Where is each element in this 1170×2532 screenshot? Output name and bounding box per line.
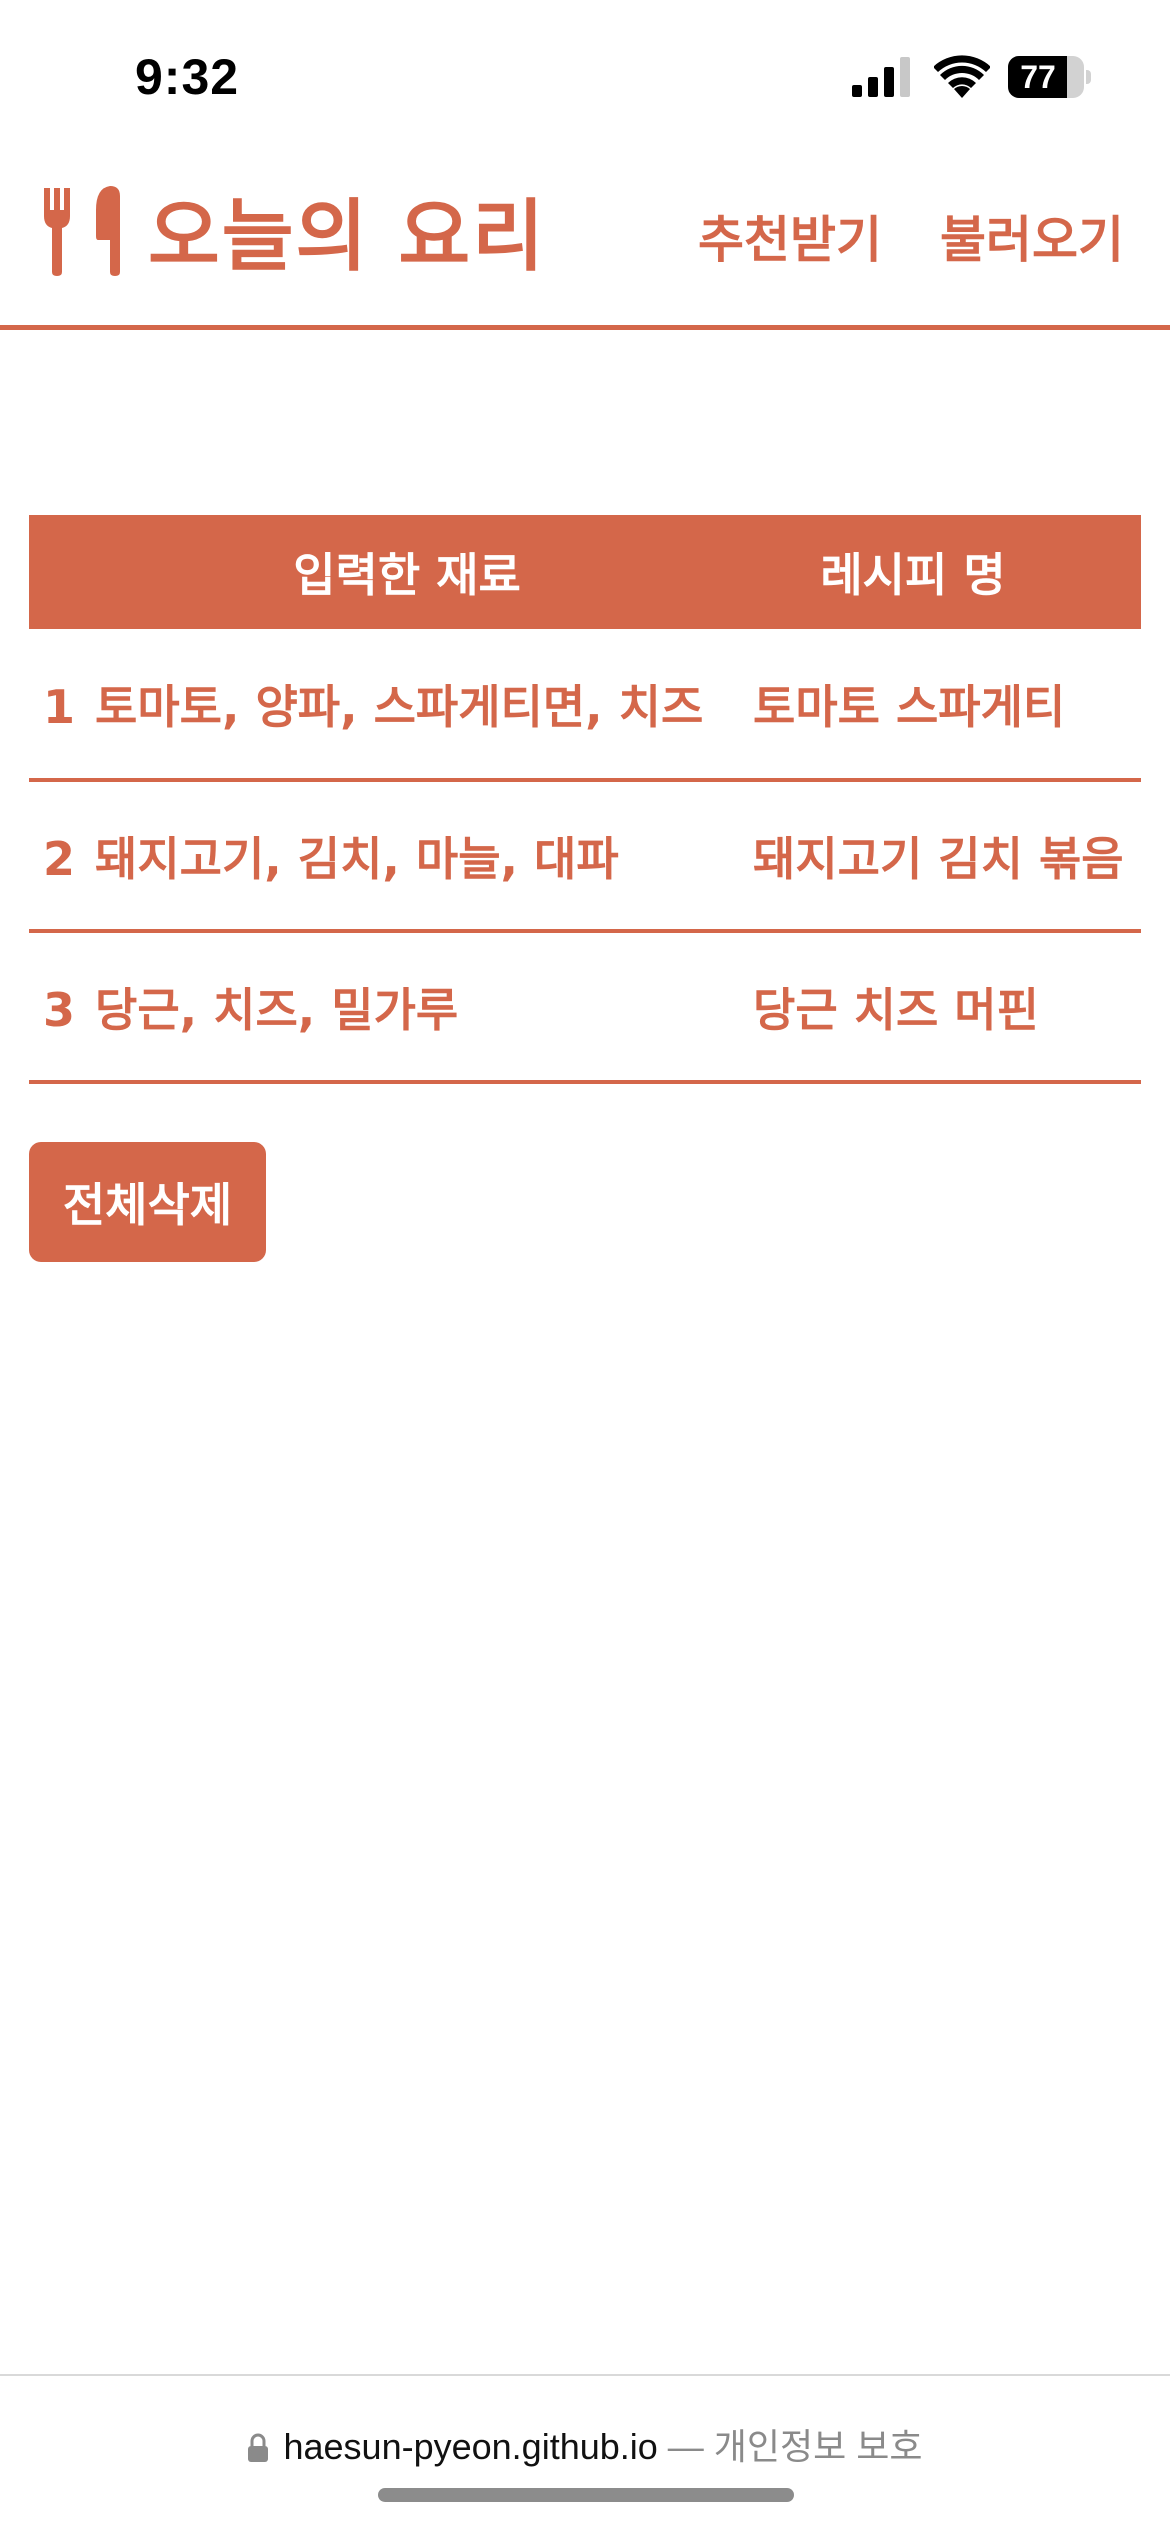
battery-level-text: 77 <box>1020 59 1056 95</box>
privacy-label: — 개인정보 보호 <box>657 2426 923 2467</box>
recipe-name-cell: 토마토 스파게티 <box>745 629 1141 782</box>
ingredients-text: 당근, 치즈, 밀가루 <box>95 982 459 1037</box>
status-bar: 9:32 77 <box>0 0 1170 150</box>
ingredients-cell: 1 토마토, 양파, 스파게티면, 치즈 <box>29 629 745 782</box>
main-nav: 추천받기 불러오기 <box>698 200 1124 272</box>
browser-address-bar[interactable]: haesun-pyeon.github.io — 개인정보 보호 <box>0 2374 1170 2532</box>
nav-recommend[interactable]: 추천받기 <box>698 200 882 272</box>
recipe-name-cell: 당근 치즈 머핀 <box>745 931 1141 1084</box>
wifi-icon <box>934 55 990 98</box>
row-number: 3 <box>43 982 76 1037</box>
url-row[interactable]: haesun-pyeon.github.io — 개인정보 보호 <box>0 2418 1170 2470</box>
page: 9:32 77 오늘의 요리 추천받기 불러오기 입력한 재료 레시피 명 1 … <box>0 0 1170 2532</box>
table-row[interactable]: 2 돼지고기, 김치, 마늘, 대파 돼지고기 김치 볶음 <box>29 780 1141 933</box>
recipe-table: 입력한 재료 레시피 명 1 토마토, 양파, 스파게티면, 치즈 토마토 스파게… <box>29 515 1141 1084</box>
app-header: 오늘의 요리 추천받기 불러오기 <box>0 150 1170 330</box>
delete-all-button[interactable]: 전체삭제 <box>29 1142 266 1262</box>
header-ingredients: 입력한 재료 <box>293 548 521 602</box>
ingredients-cell: 3 당근, 치즈, 밀가루 <box>29 931 745 1084</box>
header-recipe-name: 레시피 명 <box>820 548 1006 602</box>
fork-knife-icon <box>44 186 120 276</box>
home-indicator[interactable] <box>378 2488 794 2502</box>
lock-icon <box>248 2433 269 2462</box>
ingredients-cell: 2 돼지고기, 김치, 마늘, 대파 <box>29 780 745 933</box>
ingredients-text: 돼지고기, 김치, 마늘, 대파 <box>95 831 619 886</box>
table-header-row: 입력한 재료 레시피 명 <box>29 515 1141 629</box>
status-time: 9:32 <box>135 49 240 105</box>
ingredients-text: 토마토, 양파, 스파게티면, 치즈 <box>95 679 704 734</box>
nav-load[interactable]: 불러오기 <box>940 200 1124 272</box>
battery-icon: 77 <box>1008 56 1091 98</box>
app-title: 오늘의 요리 <box>148 192 546 282</box>
logo[interactable]: 오늘의 요리 <box>40 180 546 282</box>
recipe-name-cell: 돼지고기 김치 볶음 <box>745 780 1141 933</box>
table-row[interactable]: 3 당근, 치즈, 밀가루 당근 치즈 머핀 <box>29 931 1141 1084</box>
url-domain: haesun-pyeon.github.io <box>283 2426 658 2467</box>
table-row[interactable]: 1 토마토, 양파, 스파게티면, 치즈 토마토 스파게티 <box>29 629 1141 782</box>
row-number: 1 <box>43 679 76 734</box>
cellular-signal-icon <box>852 57 910 97</box>
row-number: 2 <box>43 831 76 886</box>
